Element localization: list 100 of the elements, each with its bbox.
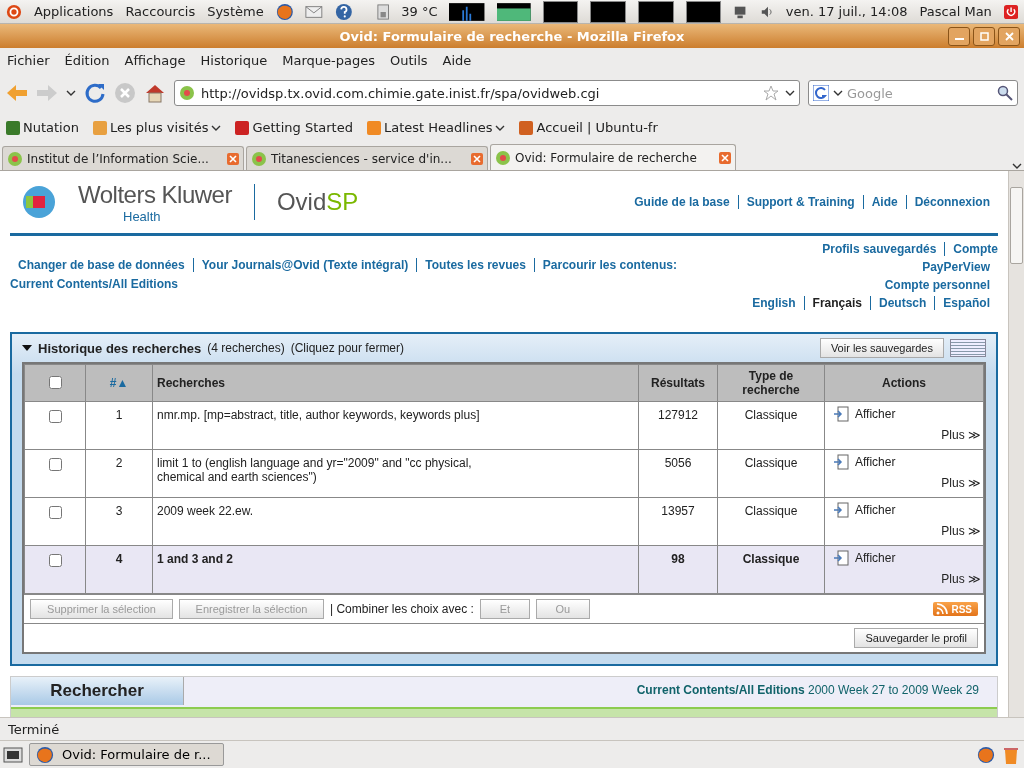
minimize-button[interactable] [948,27,970,46]
mail-icon[interactable] [305,3,324,20]
header-link[interactable]: Déconnexion [905,195,998,209]
product-name: OvidSP [253,184,359,220]
clock[interactable]: ven. 17 juil., 14:08 [785,4,908,19]
database-name: Current Contents/All Editions [636,683,805,697]
home-icon[interactable] [144,83,166,103]
bookmark[interactable]: Nutation [6,120,79,135]
brand-subtitle: Health [122,208,162,224]
document-icon [833,406,849,422]
triangle-icon[interactable] [22,344,32,352]
menu-item[interactable]: Édition [64,53,110,68]
table-cell: 98 [638,545,718,594]
panel-hint: (Cliquez pour fermer) [290,341,405,355]
caret-icon [66,89,76,97]
close-icon[interactable] [227,152,239,165]
language-link[interactable]: English [744,296,804,310]
language-link[interactable]: Deutsch [869,296,935,310]
menu-item[interactable]: Outils [389,53,428,68]
save-profile-button[interactable]: Sauvegarder le profil [854,628,978,648]
maximize-button[interactable] [973,27,995,46]
bookmark[interactable]: Getting Started [235,120,353,135]
bookmark[interactable]: Accueil | Ubuntu-fr [519,120,658,135]
account-link[interactable]: Compte [944,242,998,256]
account-link[interactable]: PayPerView [914,260,998,274]
browser-tab[interactable]: Titanesciences - service d'in... [246,146,488,170]
google-icon[interactable] [813,85,829,101]
table-cell: Classique [717,449,825,498]
list-icon[interactable] [950,339,986,357]
row-checkbox[interactable] [48,458,62,471]
user-name[interactable]: Pascal Man [919,4,992,19]
search-icon[interactable] [997,85,1013,101]
language-link[interactable]: Français [803,296,870,310]
rss-icon [936,603,949,615]
taskbar-window[interactable]: Ovid: Formulaire de r... [29,743,224,766]
table-cell: 2009 week 22.ew. [152,497,639,546]
reload-icon[interactable] [84,82,106,104]
browser-tab[interactable]: Ovid: Formulaire de recherche [490,144,736,170]
browser-tab[interactable]: Institut de l’Information Scie... [2,146,244,170]
menu-item[interactable]: Marque-pages [282,53,375,68]
menu-item[interactable]: Aide [442,53,472,68]
nav-link[interactable]: Parcourir les contenus: [533,258,685,272]
more-link[interactable]: Plus ≫ [825,518,983,538]
url-text: http://ovidsp.tx.ovid.com.chimie.gate.inist.fr/spa/ovidweb.cgi [201,85,600,101]
close-icon [1004,32,1014,41]
display-link[interactable]: Afficher [825,546,983,566]
row-checkbox[interactable] [48,410,62,423]
star-icon[interactable] [763,85,779,101]
load-graph-icon [590,0,626,23]
header-link[interactable]: Support & Training [737,195,863,209]
load-graph-icon [685,0,722,23]
more-link[interactable]: Plus ≫ [825,422,983,442]
help-icon[interactable] [335,1,353,22]
nav-link[interactable]: Toutes les revues [416,258,534,272]
column-header: Type de recherche [717,364,825,402]
row-checkbox[interactable] [48,554,62,567]
panel-menu[interactable]: Système [207,4,264,19]
close-icon[interactable] [471,152,483,165]
document-icon [833,454,849,470]
row-checkbox[interactable] [48,506,62,519]
nav-link[interactable]: Your Journals@Ovid (Texte intégral) [192,258,417,272]
bookmark[interactable]: Latest Headlines [366,120,506,135]
table-cell: nmr.mp. [mp=abstract, title, author keywords, keywords plus] [152,401,639,450]
display-link[interactable]: Afficher [825,498,983,518]
menu-item[interactable]: Historique [200,53,268,68]
menu-item[interactable]: Fichier [7,53,50,68]
column-header: Recherches [152,364,639,402]
panel-title[interactable]: Historique des recherches [38,340,202,356]
close-icon[interactable] [719,151,731,164]
header-link[interactable]: Guide de la base [626,195,738,209]
bookmark-icon [6,120,20,135]
ubuntu-logo-icon[interactable] [6,2,22,21]
desktop-icon[interactable] [3,745,23,764]
bookmark-icon [366,120,381,135]
power-icon[interactable] [1003,3,1019,20]
select-all-checkbox[interactable] [48,376,62,389]
memory-graph-icon [496,1,531,22]
close-button[interactable] [998,27,1020,46]
load-graph-icon [542,0,579,23]
bookmark[interactable]: Les plus visités [92,120,222,135]
display-link[interactable]: Afficher [825,450,983,470]
account-link[interactable]: Compte personnel [876,278,998,292]
address-field[interactable]: http://ovidsp.tx.ovid.com.chimie.gate.inist.fr/spa/ovidweb.cgi [174,80,800,106]
language-link[interactable]: Español [934,296,998,310]
header-link[interactable]: Aide [862,195,906,209]
search-tab[interactable]: Rechercher [11,677,184,705]
maximize-icon [979,32,989,41]
more-link[interactable]: Plus ≫ [825,470,983,490]
more-link[interactable]: Plus ≫ [825,566,983,586]
account-link[interactable]: Profils sauvegardés [814,242,945,256]
menu-item[interactable]: Affichage [124,53,186,68]
display-link[interactable]: Afficher [825,402,983,422]
panel-menu[interactable]: Applications [33,4,114,19]
saved-searches-button[interactable]: Voir les sauvegardes [819,338,944,358]
scrollbar[interactable] [1008,171,1024,717]
table-cell: 1 and 3 and 2 [152,545,639,594]
panel-menu[interactable]: Raccourcis [125,4,196,19]
nav-link[interactable]: Changer de base de données [10,258,193,272]
status-text: Terminé [0,717,1024,740]
nav-link[interactable]: Current Contents/All Editions [10,277,178,291]
